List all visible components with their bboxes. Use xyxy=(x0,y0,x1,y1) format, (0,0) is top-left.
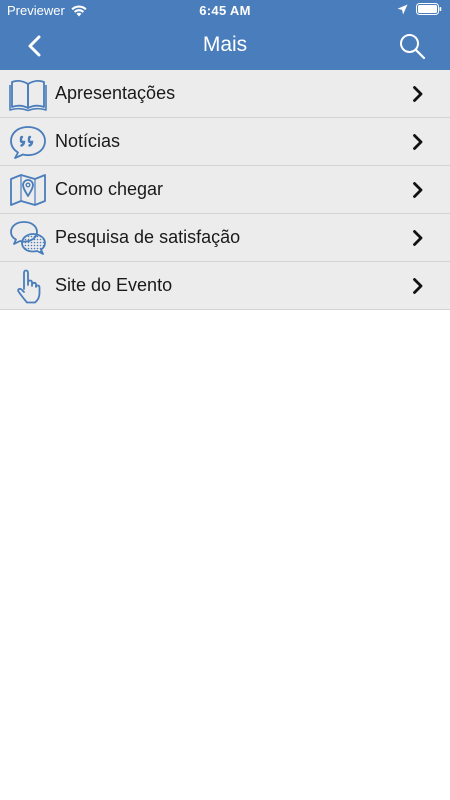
status-time: 6:45 AM xyxy=(199,3,251,18)
menu-item-label: Notícias xyxy=(55,131,121,151)
page-title: Mais xyxy=(202,33,248,56)
quote-bubble-icon xyxy=(10,126,46,159)
status-bar: Previewer 6:45 AM xyxy=(0,0,450,22)
chevron-right-icon xyxy=(413,278,423,294)
chevron-right-icon xyxy=(413,182,423,198)
menu-item-label: Site do Evento xyxy=(55,275,173,295)
status-right xyxy=(389,3,442,15)
pointer-hand-icon xyxy=(17,269,41,304)
map-pin-icon xyxy=(10,174,46,206)
search-icon[interactable] xyxy=(398,32,426,60)
chevron-right-icon xyxy=(413,134,423,150)
menu-item-label: Como chegar xyxy=(55,179,164,199)
navigation-bar: Mais xyxy=(0,22,450,70)
menu-list: Apresentações Notícias Como chegar Pesqu… xyxy=(0,70,450,310)
menu-item-label: Apresentações xyxy=(55,83,176,103)
battery-icon xyxy=(416,3,442,15)
chat-bubbles-icon xyxy=(10,221,46,255)
menu-item-pesquisa-satisfacao[interactable]: Pesquisa de satisfação xyxy=(0,214,450,262)
chevron-right-icon xyxy=(413,230,423,246)
chevron-right-icon xyxy=(413,86,423,102)
book-icon xyxy=(9,79,47,112)
menu-item-apresentacoes[interactable]: Apresentações xyxy=(0,70,450,118)
menu-item-site-evento[interactable]: Site do Evento xyxy=(0,262,450,310)
menu-item-como-chegar[interactable]: Como chegar xyxy=(0,166,450,214)
menu-item-label: Pesquisa de satisfação xyxy=(55,227,241,247)
location-arrow-icon xyxy=(397,4,408,14)
menu-item-noticias[interactable]: Notícias xyxy=(0,118,450,166)
